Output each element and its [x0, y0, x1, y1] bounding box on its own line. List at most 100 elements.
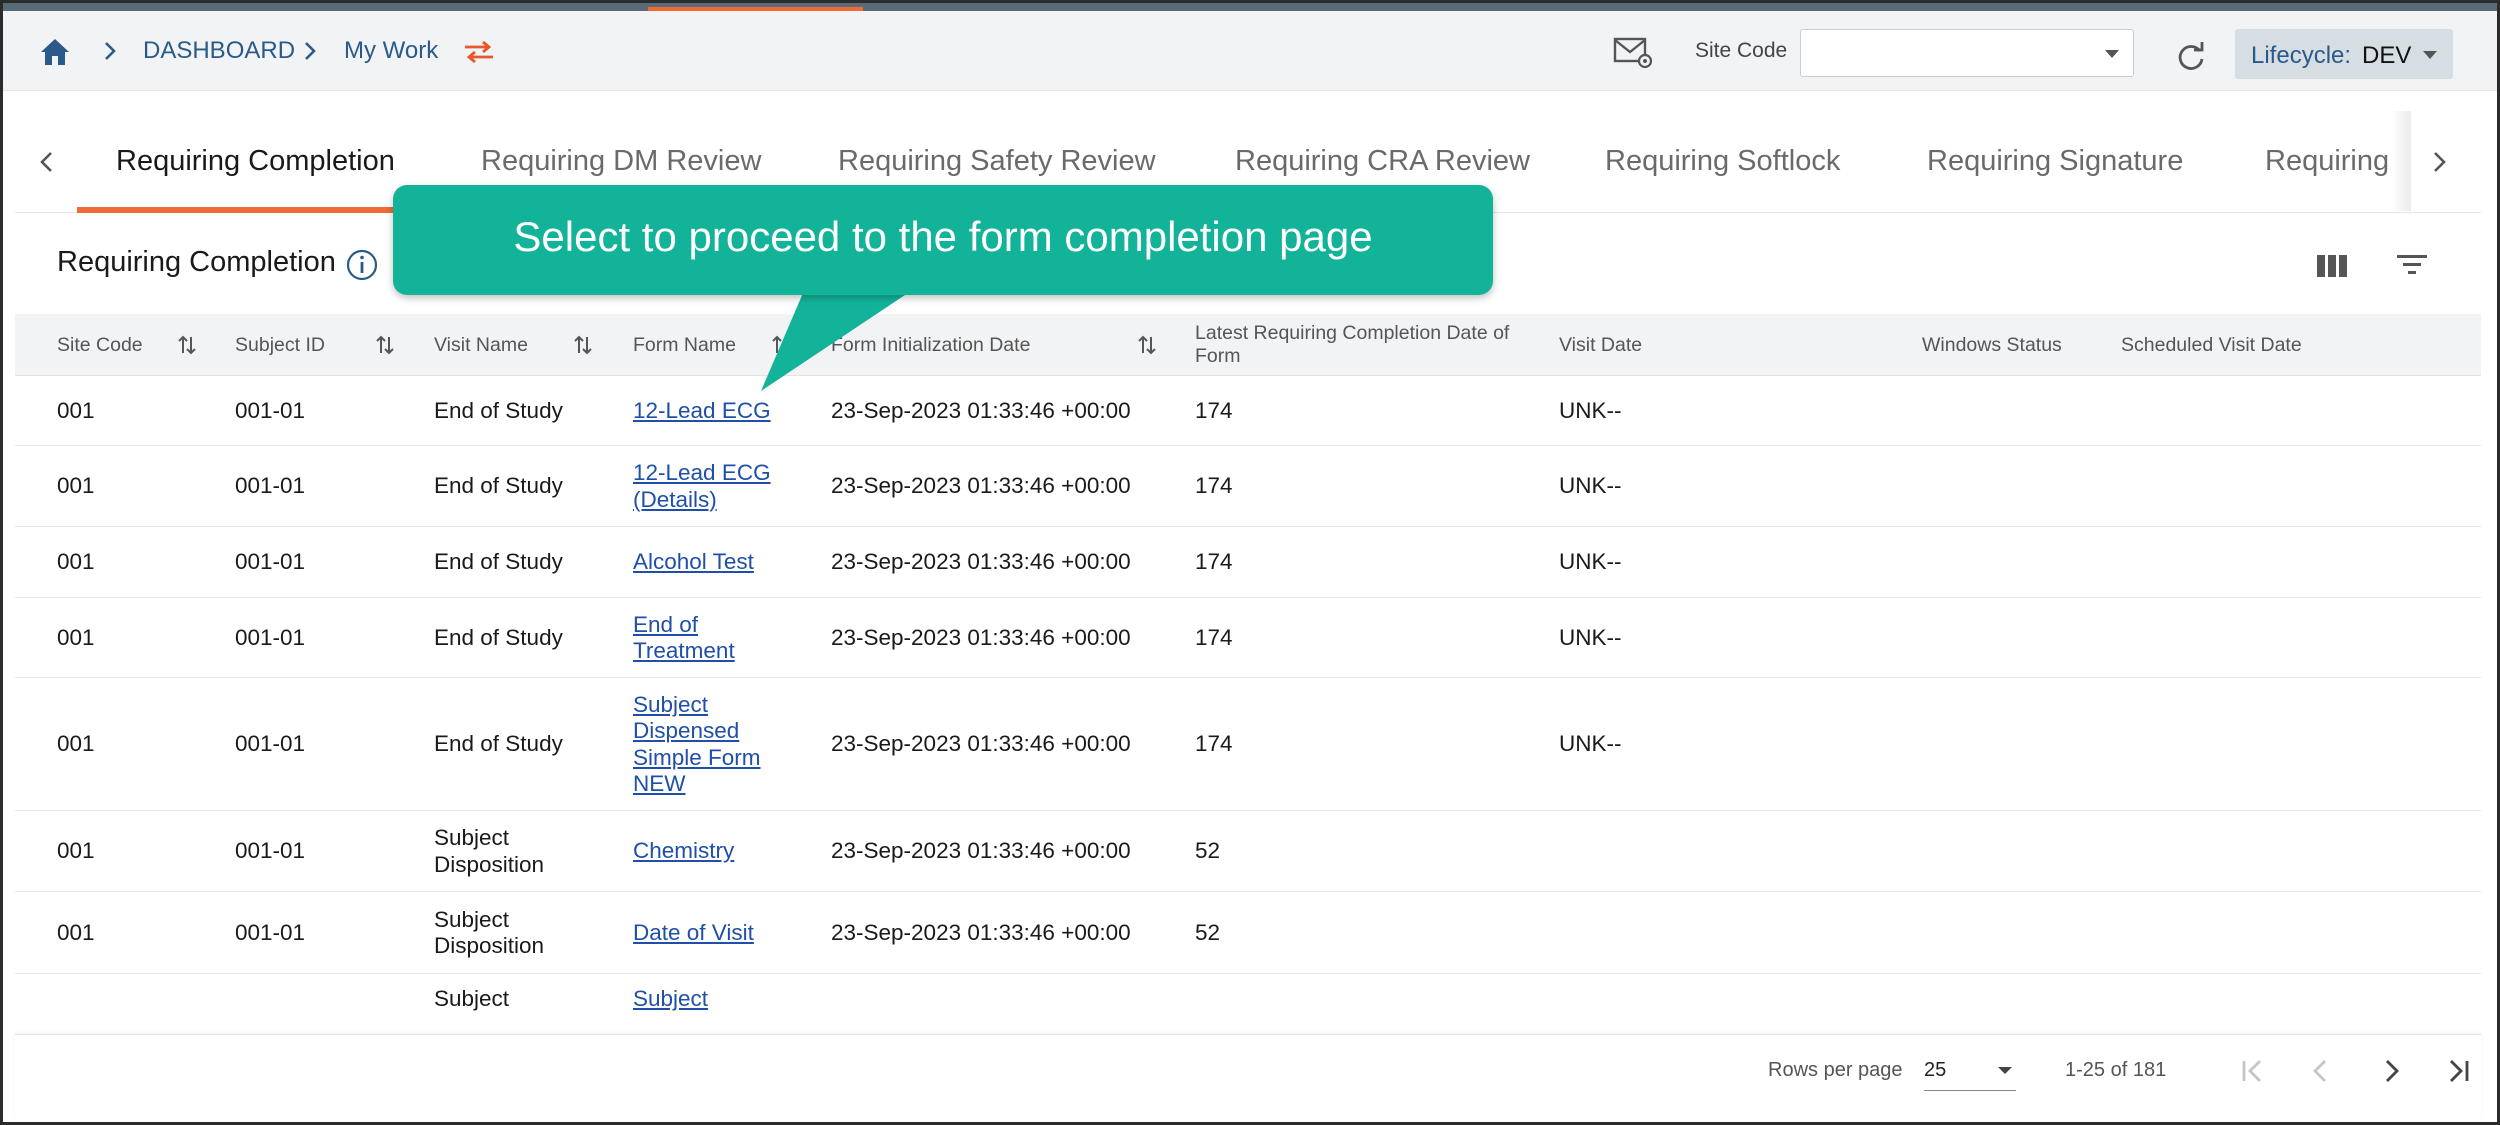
breadcrumb-dashboard[interactable]: DASHBOARD — [143, 37, 295, 65]
form-name-link[interactable]: Date of Visit — [633, 920, 754, 947]
cell-subject-id: 001-01 — [235, 549, 306, 575]
column-header-windows-status[interactable]: Windows Status — [1922, 334, 2062, 356]
home-icon[interactable] — [39, 37, 71, 67]
lifecycle-label: Lifecycle: — [2251, 42, 2352, 69]
sort-icon[interactable] — [375, 334, 395, 356]
column-header-site-code[interactable]: Site Code — [57, 334, 143, 356]
tab-requiring-completion[interactable]: Requiring Completion — [116, 145, 395, 178]
cell-latest-completion-date: 174 — [1195, 731, 1233, 757]
column-header-subject-id[interactable]: Subject ID — [235, 334, 325, 356]
cell-latest-completion-date: 52 — [1195, 838, 1221, 864]
cell-subject-id: 001-01 — [235, 624, 306, 650]
cell-latest-completion-date: 174 — [1195, 473, 1233, 499]
cell-visit-name-line: End of Study — [434, 549, 563, 575]
cell-site-code: 001 — [57, 549, 95, 575]
tab-requiring-signature[interactable]: Requiring Signature — [1927, 145, 2183, 178]
form-name-link-line: Subject — [633, 986, 709, 1011]
chevron-down-icon — [1998, 1067, 2012, 1074]
lifecycle-select[interactable]: Lifecycle: DEV — [2235, 29, 2453, 79]
last-page-icon[interactable] — [2440, 1053, 2476, 1089]
rows-per-page-select[interactable]: 25 — [1924, 1051, 2016, 1091]
form-name-link[interactable]: Subject — [633, 986, 708, 1013]
content-panel: Requiring Completion Site Code Subject I… — [15, 214, 2481, 1034]
table-row: 001 001-01 Subject Disposition Date of Visit… — [15, 892, 2481, 974]
sort-icon[interactable] — [177, 334, 197, 356]
table-row: 001 001-01 End of Study Subject Dispensed Sim… — [15, 678, 2481, 811]
rows-per-page-value: 25 — [1924, 1059, 1947, 1081]
site-code-select[interactable] — [1800, 29, 2134, 77]
column-header-scheduled-visit-date[interactable]: Scheduled Visit Date — [2121, 334, 2302, 356]
site-code-label: Site Code — [1695, 39, 1788, 62]
cell-subject-id: 001-01 — [235, 919, 306, 945]
form-name-link[interactable]: Alcohol Test — [633, 549, 754, 576]
tab-requiring-softlock[interactable]: Requiring Softlock — [1605, 145, 1840, 178]
form-name-link[interactable]: 12-Lead ECG — [633, 398, 771, 425]
column-header-visit-name[interactable]: Visit Name — [434, 334, 528, 356]
pagination-bar: Rows per page 25 1-25 of 181 — [15, 1034, 2481, 1122]
app-window: DASHBOARD My Work Site Code Lifecycle: D… — [0, 0, 2500, 1125]
cell-form-init-date: 23-Sep-2023 01:33:46 +00:00 — [831, 473, 1131, 499]
cell-visit-name-line: Subject — [434, 906, 510, 932]
cell-visit-date: UNK-- — [1559, 624, 1622, 650]
form-name-link[interactable]: Chemistry — [633, 838, 734, 865]
form-name-link-line: (Details) — [633, 486, 717, 512]
cell-site-code: 001 — [57, 624, 95, 650]
cell-subject-id: 001-01 — [235, 838, 306, 864]
cell-visit-name: End of Study — [434, 473, 563, 500]
tab-requiring-more[interactable]: Requiring — [2265, 145, 2389, 178]
columns-icon[interactable] — [2315, 252, 2349, 280]
sort-icon[interactable] — [573, 334, 593, 356]
swap-arrows-icon[interactable] — [461, 39, 497, 65]
cell-site-code: 001 — [57, 473, 95, 499]
breadcrumb-my-work[interactable]: My Work — [344, 37, 438, 65]
tab-requiring-safety-review[interactable]: Requiring Safety Review — [838, 145, 1156, 178]
cell-subject-id: 001-01 — [235, 398, 306, 424]
chevron-right-icon[interactable] — [2425, 147, 2453, 177]
form-name-link[interactable]: End of Treatment — [633, 612, 735, 665]
callout-text: Select to proceed to the form completion… — [513, 213, 1373, 260]
cell-latest-completion-date: 174 — [1195, 624, 1233, 650]
previous-page-icon[interactable] — [2303, 1053, 2339, 1089]
cell-visit-name: Subject Disposition — [434, 825, 544, 878]
page-range: 1-25 of 181 — [2065, 1059, 2167, 1081]
form-name-link-line: Subject — [633, 691, 709, 717]
chevron-down-icon — [2423, 51, 2437, 59]
cell-visit-name-line: End of Study — [434, 624, 563, 650]
column-header-form-init-date[interactable]: Form Initialization Date — [831, 334, 1030, 356]
table-row: 001 001-01 Subject Disposition Chemistry 23-S… — [15, 811, 2481, 892]
cell-visit-name-line: End of Study — [434, 731, 563, 757]
rows-per-page-label: Rows per page — [1768, 1059, 1903, 1081]
cell-visit-name-line: Subject — [434, 986, 510, 1011]
cell-visit-date: UNK-- — [1559, 398, 1622, 424]
cell-visit-name-line: Disposition — [434, 851, 545, 877]
column-header-visit-date[interactable]: Visit Date — [1559, 334, 1642, 356]
table-row: Subject Subject — [15, 974, 2481, 1034]
refresh-icon[interactable] — [2175, 41, 2207, 73]
column-header-latest-date[interactable]: Latest Requiring Completion Date of — [1195, 322, 1509, 344]
tutorial-callout: Select to proceed to the form completion… — [393, 185, 1493, 295]
cell-form-init-date: 23-Sep-2023 01:33:46 +00:00 — [831, 731, 1131, 757]
tabs-fade — [2391, 111, 2411, 211]
next-page-icon[interactable] — [2373, 1053, 2409, 1089]
cell-latest-completion-date: 52 — [1195, 919, 1221, 945]
form-name-link[interactable]: Subject Dispensed Simple Form NEW — [633, 692, 761, 798]
first-page-icon[interactable] — [2235, 1053, 2271, 1089]
cell-visit-date: UNK-- — [1559, 549, 1622, 575]
tab-requiring-cra-review[interactable]: Requiring CRA Review — [1235, 145, 1530, 178]
form-name-link-line: Simple Form — [633, 744, 761, 770]
column-header-form-name[interactable]: Form Name — [633, 334, 736, 356]
form-name-link[interactable]: 12-Lead ECG (Details) — [633, 460, 771, 513]
sort-icon[interactable] — [1137, 334, 1157, 356]
mail-settings-icon[interactable] — [1613, 35, 1653, 69]
cell-visit-name-line: Subject — [434, 825, 510, 850]
chevron-right-icon — [305, 42, 316, 60]
cell-site-code: 001 — [57, 398, 95, 424]
sort-icon[interactable] — [771, 334, 791, 356]
cell-visit-name: Subject — [434, 986, 509, 1013]
chevron-left-icon[interactable] — [33, 147, 61, 177]
filter-icon[interactable] — [2395, 250, 2429, 280]
info-icon[interactable] — [345, 248, 379, 282]
form-name-link-line: End of — [633, 611, 699, 637]
tab-requiring-dm-review[interactable]: Requiring DM Review — [481, 145, 761, 178]
table-row: 001 001-01 End of Study 12-Lead ECG (Details… — [15, 446, 2481, 527]
